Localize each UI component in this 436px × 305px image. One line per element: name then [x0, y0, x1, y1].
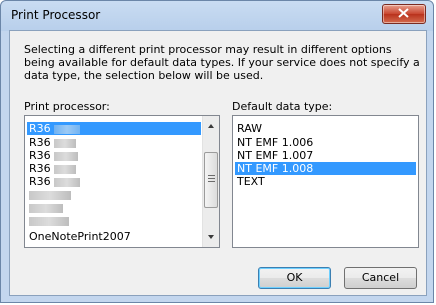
list-item[interactable]: TEXT [235, 175, 416, 188]
print-processor-label: Print processor: [24, 100, 110, 113]
redacted-text [54, 151, 79, 161]
default-data-type-listbox[interactable]: RAW NT EMF 1.006 NT EMF 1.007 NT EMF 1.0… [232, 115, 419, 248]
list-item[interactable]: R36 [27, 149, 79, 162]
list-item-label: R36 [29, 149, 51, 162]
list-item[interactable]: R36 [27, 122, 201, 135]
scrollbar-thumb[interactable] [204, 152, 218, 208]
window-title: Print Processor [11, 8, 101, 22]
list-item[interactable]: OneNotePrint2007 [27, 230, 131, 243]
redacted-text [29, 216, 69, 226]
list-item[interactable]: NT EMF 1.006 [235, 136, 416, 149]
list-item[interactable] [27, 214, 69, 227]
list-item-label: R36 [29, 136, 51, 149]
grip-line [208, 175, 215, 176]
scroll-up-button[interactable] [203, 118, 219, 134]
list-item[interactable]: R36 [27, 175, 81, 188]
list-item[interactable] [27, 188, 71, 201]
close-button[interactable] [382, 4, 426, 24]
redacted-text [54, 138, 77, 148]
vertical-scrollbar[interactable] [202, 116, 219, 247]
scroll-down-button[interactable] [203, 229, 219, 245]
description-text: Selecting a different print processor ma… [24, 43, 420, 82]
list-item[interactable]: RAW [235, 122, 416, 135]
list-item-label: R36 [29, 122, 51, 135]
redacted-text [54, 124, 81, 134]
list-item[interactable]: R36 [27, 162, 77, 175]
ok-button[interactable]: OK [258, 267, 331, 289]
list-item-label: R36 [29, 175, 51, 188]
scroll-up-arrow-icon [208, 124, 214, 128]
print-processor-listbox[interactable]: R36 R36 R36 R36 R36 OneNotePrint2007 [24, 115, 220, 248]
title-bar: Print Processor [1, 1, 433, 29]
redacted-text [29, 190, 71, 200]
list-item[interactable]: NT EMF 1.007 [235, 149, 416, 162]
list-item-label: TEXT [237, 175, 265, 188]
grip-line [208, 178, 215, 179]
scroll-down-arrow-icon [208, 235, 214, 239]
cancel-button[interactable]: Cancel [344, 267, 417, 289]
default-data-type-label: Default data type: [232, 100, 333, 113]
list-item-label: R36 [29, 162, 51, 175]
list-item-label: RAW [237, 122, 262, 135]
close-icon [398, 8, 409, 18]
redacted-text [54, 177, 81, 187]
list-item-label: NT EMF 1.006 [237, 136, 314, 149]
dialog-body: Selecting a different print processor ma… [9, 30, 427, 296]
list-item-label: NT EMF 1.008 [237, 162, 314, 175]
print-processor-dialog: Print Processor Selecting a different pr… [0, 0, 434, 303]
list-item[interactable] [27, 201, 63, 214]
list-item[interactable]: R36 [27, 136, 77, 149]
list-item[interactable]: NT EMF 1.008 [235, 162, 416, 175]
list-item-label: OneNotePrint2007 [29, 230, 131, 243]
redacted-text [29, 203, 63, 213]
redacted-text [54, 164, 77, 174]
list-item-label: NT EMF 1.007 [237, 149, 314, 162]
grip-line [208, 181, 215, 182]
